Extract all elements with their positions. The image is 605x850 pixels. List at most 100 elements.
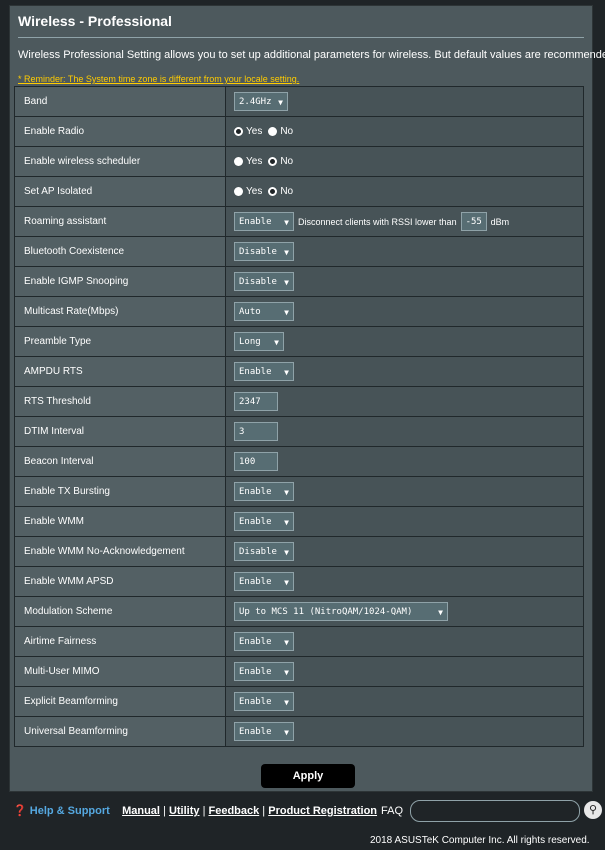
setting-select[interactable]: Enable ▼ [234,692,294,711]
dropdown-arrow-icon: ▼ [274,338,279,347]
setting-input[interactable]: 100 [234,452,278,471]
radio-label: No [280,125,294,137]
setting-row: Enable Radio Yes No [14,116,584,147]
radio-label: Yes [246,185,263,197]
setting-label: Universal Beamforming [14,716,226,747]
setting-select[interactable]: 2.4GHz ▼ [234,92,288,111]
setting-row: RTS Threshold 2347 [14,386,584,417]
radio-label: Yes [246,125,263,137]
timezone-reminder-link[interactable]: * Reminder: The System time zone is diff… [18,74,299,84]
setting-select[interactable]: Disable ▼ [234,542,294,561]
faq-search-input[interactable] [410,800,580,822]
setting-row: Multi-User MIMO Enable ▼ [14,656,584,687]
title-divider [18,37,584,38]
dropdown-arrow-icon: ▼ [284,368,289,377]
setting-select[interactable]: Disable ▼ [234,242,294,261]
help-support-link[interactable]: ❓ Help & Support [13,805,110,817]
dropdown-arrow-icon: ▼ [284,248,289,257]
setting-label: Multi-User MIMO [14,656,226,687]
dropdown-arrow-icon: ▼ [284,638,289,647]
setting-select[interactable]: Disable ▼ [234,272,294,291]
radio-no[interactable] [268,156,278,166]
setting-label: Beacon Interval [14,446,226,477]
setting-label: RTS Threshold [14,386,226,417]
setting-value: Disable ▼ [225,236,584,267]
setting-value: 2347 [225,386,584,417]
settings-table: Band 2.4GHz ▼ Enable Radio Yes No Enable wirel… [14,86,584,747]
setting-value: Yes No [225,116,584,147]
setting-label: Explicit Beamforming [14,686,226,717]
setting-value: Enable ▼ [225,356,584,387]
radio-label: No [280,185,294,197]
radio-yes[interactable] [234,126,243,136]
setting-value: Enable ▼ [225,506,584,537]
setting-row: Beacon Interval 100 [14,446,584,477]
setting-select[interactable]: Auto ▼ [234,302,294,321]
setting-row: Enable WMM Enable ▼ [14,506,584,537]
setting-select[interactable]: Enable ▼ [234,572,294,591]
setting-value: 3 [225,416,584,447]
dropdown-arrow-icon: ▼ [284,278,289,287]
setting-select[interactable]: Long ▼ [234,332,284,351]
apply-button[interactable]: Apply [261,764,355,788]
setting-row: Roaming assistant Enable ▼ Disconnect clien… [14,206,584,237]
dropdown-arrow-icon: ▼ [284,218,289,227]
setting-select[interactable]: Up to MCS 11 (NitroQAM/1024-QAM) ▼ [234,602,448,621]
rssi-input[interactable]: -55 [460,212,487,231]
setting-input[interactable]: 2347 [234,392,278,411]
setting-label: Enable WMM [14,506,226,537]
setting-row: Band 2.4GHz ▼ [14,86,584,117]
roaming-description: Disconnect clients with RSSI lower than [298,216,457,227]
setting-value: Yes No [225,176,584,207]
setting-value: Disable ▼ [225,266,584,297]
utility-link[interactable]: Utility [169,805,200,817]
setting-row: Bluetooth Coexistence Disable ▼ [14,236,584,267]
setting-row: Enable wireless scheduler Yes No [14,146,584,177]
setting-value: Auto ▼ [225,296,584,327]
radio-no[interactable] [268,126,278,136]
footer-links: ❓ Help & Support Manual | Utility | Feed… [13,805,378,817]
setting-value: Up to MCS 11 (NitroQAM/1024-QAM) ▼ [225,596,584,627]
setting-label: Enable WMM APSD [14,566,226,597]
setting-value: Enable ▼ Disconnect clients with RSSI lowe… [225,206,584,237]
setting-row: Modulation Scheme Up to MCS 11 (NitroQAM/… [14,596,584,627]
rssi-unit: dBm [490,216,510,227]
page-description: Wireless Professional Setting allows you… [18,49,605,61]
setting-value: Enable ▼ [225,686,584,717]
setting-row: Enable WMM No-Acknowledgement Disable ▼ [14,536,584,567]
setting-label: Airtime Fairness [14,626,226,657]
dropdown-arrow-icon: ▼ [284,548,289,557]
setting-label: Enable Radio [14,116,226,147]
dropdown-arrow-icon: ▼ [284,518,289,527]
setting-select[interactable]: Enable ▼ [234,482,294,501]
radio-no[interactable] [268,186,278,196]
setting-row: Enable TX Bursting Enable ▼ [14,476,584,507]
search-icon[interactable]: ⚲ [584,801,602,819]
setting-input[interactable]: 3 [234,422,278,441]
setting-value: Enable ▼ [225,716,584,747]
page-title: Wireless - Professional [18,13,172,29]
setting-row: DTIM Interval 3 [14,416,584,447]
setting-select[interactable]: Enable ▼ [234,512,294,531]
setting-row: Explicit Beamforming Enable ▼ [14,686,584,717]
manual-link[interactable]: Manual [122,805,160,817]
setting-select[interactable]: Enable ▼ [234,362,294,381]
dropdown-arrow-icon: ▼ [284,698,289,707]
copyright-text: 2018 ASUSTeK Computer Inc. All rights re… [370,835,590,846]
setting-row: Set AP Isolated Yes No [14,176,584,207]
setting-select[interactable]: Enable ▼ [234,632,294,651]
faq-label: FAQ [381,805,404,817]
setting-value: Enable ▼ [225,476,584,507]
setting-value: Enable ▼ [225,626,584,657]
product-registration-link[interactable]: Product Registration [268,805,377,817]
radio-yes[interactable] [234,186,243,196]
setting-label: AMPDU RTS [14,356,226,387]
setting-select[interactable]: Enable ▼ [234,212,294,231]
radio-yes[interactable] [234,156,243,166]
dropdown-arrow-icon: ▼ [284,728,289,737]
setting-row: AMPDU RTS Enable ▼ [14,356,584,387]
setting-select[interactable]: Enable ▼ [234,662,294,681]
setting-select[interactable]: Enable ▼ [234,722,294,741]
feedback-link[interactable]: Feedback [209,805,260,817]
main-panel: Wireless - Professional Wireless Profess… [9,5,605,792]
